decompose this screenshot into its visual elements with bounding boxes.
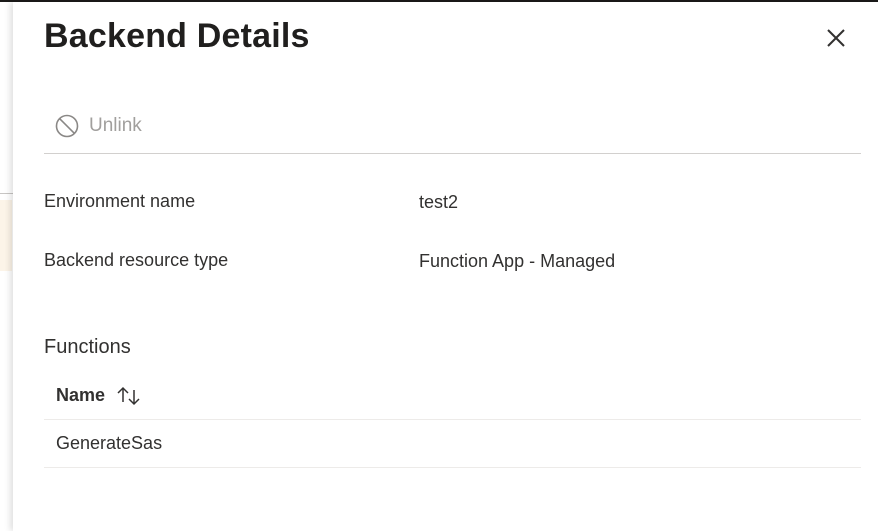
table-row[interactable]: GenerateSas [44, 420, 861, 468]
background-notice [0, 200, 12, 271]
functions-section-label: Functions [44, 336, 131, 358]
unlink-label: Unlink [89, 115, 142, 136]
backend-details-panel: Backend Details Unlink Environment name … [13, 2, 878, 531]
column-header-name[interactable]: Name [44, 372, 861, 420]
sort-icon [115, 385, 143, 407]
blocked-icon [55, 114, 79, 138]
environment-name-value: test2 [419, 192, 459, 212]
function-name-cell: GenerateSas [56, 433, 163, 453]
close-icon [827, 29, 845, 47]
column-header-label: Name [56, 385, 106, 405]
environment-name-label: Environment name [44, 191, 196, 211]
close-button[interactable] [822, 24, 850, 52]
toolbar-divider [44, 153, 861, 154]
page: Backend Details Unlink Environment name … [0, 0, 878, 531]
panel-title: Backend Details [44, 17, 310, 55]
unlink-button[interactable]: Unlink [55, 112, 142, 140]
functions-table: Name GenerateSas [44, 372, 861, 468]
background-divider [0, 193, 13, 194]
backend-type-label: Backend resource type [44, 250, 229, 270]
backend-type-value: Function App - Managed [419, 251, 616, 271]
